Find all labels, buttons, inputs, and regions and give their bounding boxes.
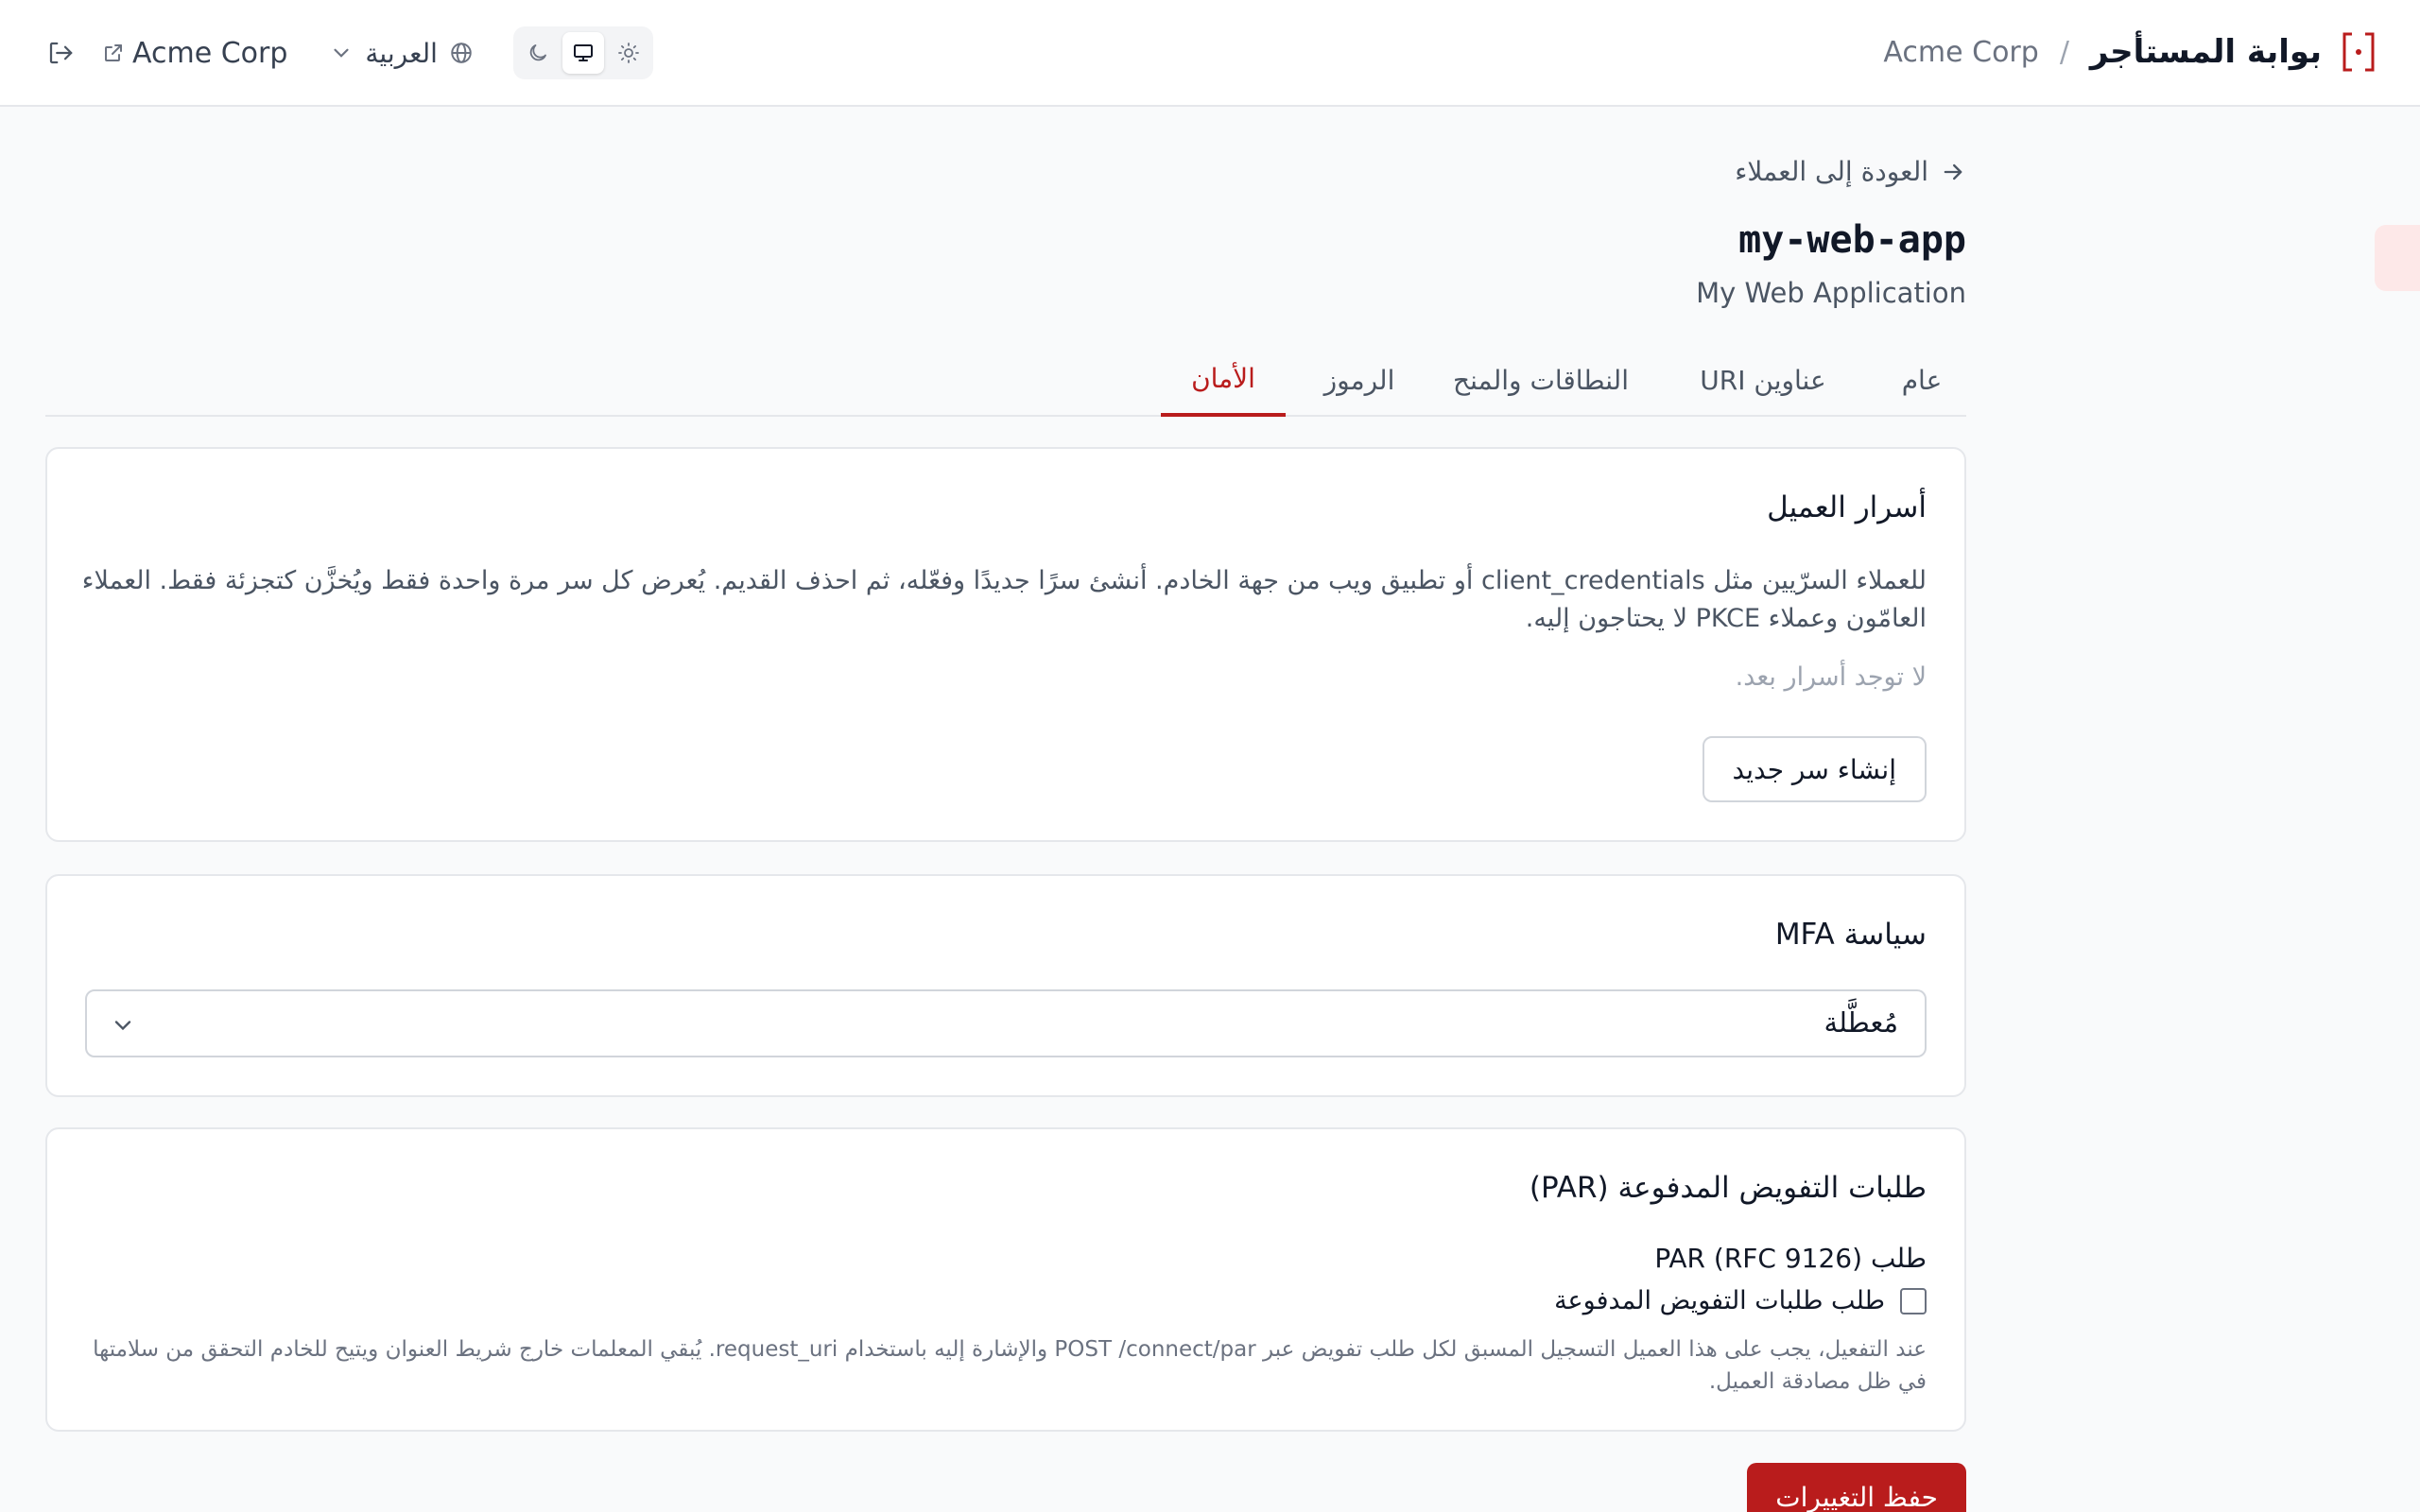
theme-light-button[interactable] xyxy=(608,32,649,74)
moon-icon xyxy=(529,44,546,61)
secrets-description: للعملاء السرّيين مثل client_credentials … xyxy=(81,566,1927,633)
client-id-title: my-web-app xyxy=(1738,218,1966,262)
back-link-label: العودة إلى العملاء xyxy=(1735,156,1928,187)
theme-switcher xyxy=(512,26,653,79)
chevron-down-icon xyxy=(114,1021,131,1031)
header-actions: Acme Corp العربية xyxy=(42,26,653,79)
tab-general[interactable]: عام xyxy=(1877,343,1966,417)
globe-icon xyxy=(451,43,472,63)
secrets-empty-state: لا توجد أسرار بعد. xyxy=(1735,662,1927,692)
language-label: العربية xyxy=(365,37,438,69)
tab-tokens[interactable]: الرموز xyxy=(1308,343,1410,417)
chevron-down-icon xyxy=(334,48,349,58)
client-tabs: عام عناوين URI النطاقات والمنح الرموز ال… xyxy=(45,343,1966,417)
sun-icon xyxy=(618,43,639,63)
par-field-label: طلب PAR (RFC 9126) xyxy=(1654,1243,1927,1274)
save-changes-button[interactable]: حفظ التغييرات xyxy=(1747,1463,1966,1512)
top-header: بوابة المستأجر / Acme Corp Acme Corp الع… xyxy=(0,0,2420,107)
theme-dark-button[interactable] xyxy=(517,32,559,74)
tab-scopes-grants[interactable]: النطاقات والمنح xyxy=(1437,343,1645,417)
bracket-logo-icon xyxy=(2342,32,2375,72)
tenant-link-label: Acme Corp xyxy=(132,36,288,70)
side-drawer-handle[interactable] xyxy=(2375,225,2420,291)
theme-system-button[interactable] xyxy=(562,32,604,74)
mfa-title: سياسة MFA xyxy=(1774,918,1927,952)
par-card: طلبات التفويض المدفوعة (PAR) طلب PAR (RF… xyxy=(45,1127,1966,1432)
breadcrumb-separator: / xyxy=(2059,35,2069,69)
breadcrumb-tenant[interactable]: Acme Corp xyxy=(1883,36,2038,69)
par-checkbox-row[interactable]: طلب طلبات التفويض المدفوعة xyxy=(1554,1286,1927,1315)
monitor-icon xyxy=(573,44,593,61)
secrets-title: أسرار العميل xyxy=(1767,490,1927,524)
par-title: طلبات التفويض المدفوعة (PAR) xyxy=(1529,1171,1927,1205)
mfa-policy-card: سياسة MFA مُعطَّلة xyxy=(45,874,1966,1097)
tab-security[interactable]: الأمان xyxy=(1161,343,1286,417)
arrow-right-icon xyxy=(1944,163,1962,180)
back-to-clients-link[interactable]: العودة إلى العملاء xyxy=(1735,156,1966,187)
brand: بوابة المستأجر / Acme Corp xyxy=(1883,32,2375,72)
client-secrets-card: أسرار العميل للعملاء السرّيين مثل client… xyxy=(45,447,1966,842)
client-display-name: My Web Application xyxy=(1696,277,1966,309)
tenant-external-link[interactable]: Acme Corp xyxy=(102,37,287,70)
logout-icon xyxy=(49,42,73,64)
language-selector[interactable]: العربية xyxy=(329,38,474,69)
par-help-text: عند التفعيل، يجب على هذا العميل التسجيل … xyxy=(93,1337,1927,1394)
tab-uris[interactable]: عناوين URI xyxy=(1677,343,1849,417)
create-secret-button[interactable]: إنشاء سر جديد xyxy=(1702,736,1927,802)
mfa-policy-select[interactable]: مُعطَّلة xyxy=(85,989,1927,1057)
require-par-checkbox[interactable] xyxy=(1900,1287,1927,1314)
require-par-label[interactable]: طلب طلبات التفويض المدفوعة xyxy=(1554,1286,1885,1315)
app-title: بوابة المستأجر xyxy=(2089,33,2322,71)
logout-button[interactable] xyxy=(42,34,79,72)
mfa-selected-value: مُعطَّلة xyxy=(1824,1006,1898,1039)
external-link-icon xyxy=(105,44,122,61)
